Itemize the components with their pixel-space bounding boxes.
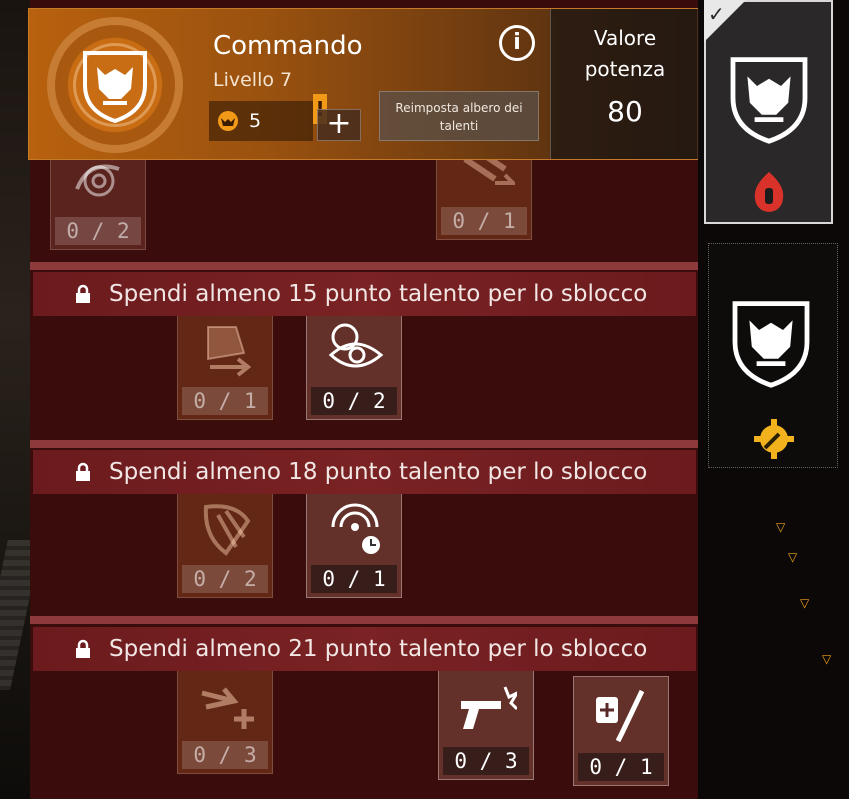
specialization-card-selected[interactable]: ✓ (704, 0, 833, 224)
tier-divider (30, 440, 698, 448)
tier-lock-banner: Spendi almeno 18 punto talento per lo sb… (33, 450, 696, 494)
talent-icon-area (178, 665, 272, 739)
power-panel: Valore potenza 80 (550, 9, 699, 159)
background-left (0, 0, 42, 799)
talent-card-shield[interactable]: 0 / 2 (177, 488, 273, 598)
talent-icon-area (439, 671, 533, 745)
cover-arrow-icon (207, 326, 252, 377)
talent-points-counter: 5 (209, 101, 313, 141)
reset-tree-button[interactable]: Reimposta albero dei talenti (379, 91, 539, 141)
power-value: 80 (607, 95, 643, 128)
talent-points-value: 5 (249, 110, 262, 132)
info-icon[interactable]: i (499, 25, 535, 61)
specialization-header: Commando Livello 7 5 ! + Reimposta alber… (28, 8, 699, 160)
talent-icon-area (307, 489, 401, 563)
talent-rank: 0 / 1 (311, 565, 397, 593)
lock-icon (76, 462, 90, 481)
talent-rank: 0 / 1 (182, 387, 268, 415)
talent-rank: 0 / 2 (182, 565, 268, 593)
specialization-card[interactable] (708, 243, 838, 468)
talent-rank: 0 / 3 (182, 741, 268, 769)
checkmark-icon: ✓ (708, 2, 725, 26)
shield-stripes-icon (203, 504, 251, 556)
class-level: Livello 7 (213, 69, 293, 91)
lock-icon (76, 639, 90, 658)
radar-clock-icon (331, 503, 380, 554)
talent-icon-area (178, 311, 272, 385)
talent-card-medical[interactable]: 0 / 1 (573, 676, 669, 786)
talent-icon-area (574, 677, 668, 751)
lock-icon (76, 284, 90, 303)
class-name: Commando (213, 31, 363, 61)
talent-rank: 0 / 2 (311, 387, 397, 415)
wolf-emblem-icon (732, 301, 810, 388)
talent-card-pistol[interactable]: 0 / 3 (438, 670, 534, 780)
wolf-emblem-icon (730, 57, 808, 144)
lock-text: Spendi almeno 21 punto talento per lo sb… (109, 636, 648, 662)
class-emblem (47, 17, 183, 153)
tier-lock-banner: Spendi almeno 15 punto talento per lo sb… (33, 272, 696, 316)
lock-text: Spendi almeno 18 punto talento per lo sb… (109, 459, 648, 485)
talent-card-cover[interactable]: 0 / 1 (177, 310, 273, 420)
add-points-button[interactable]: + (317, 109, 361, 141)
tier-lock-banner: Spendi almeno 21 punto talento per lo sb… (33, 627, 696, 671)
talent-point-icon (218, 111, 238, 131)
pistol-burst-icon (461, 686, 517, 729)
gear-wrench-icon (754, 419, 794, 459)
talent-rank: 0 / 1 (578, 753, 664, 781)
eye-crosshair-icon (328, 323, 384, 368)
talent-rank: 0 / 2 (55, 217, 141, 245)
talent-card-eye-target[interactable]: 0 / 2 (306, 310, 402, 420)
talent-icon-area (178, 489, 272, 563)
spark-particle: ▽ (776, 520, 786, 534)
wolf-emblem-icon (83, 51, 147, 124)
dash-plus-icon (201, 687, 254, 729)
tier-divider (30, 262, 698, 270)
medkit-syringe-icon (596, 689, 645, 743)
talent-card-radar[interactable]: 0 / 1 (306, 488, 402, 598)
flame-bullet-icon (754, 172, 784, 212)
spark-particle: ▽ (800, 596, 810, 610)
talent-card-heal-dash[interactable]: 0 / 3 (177, 664, 273, 774)
talent-rank: 0 / 1 (441, 207, 527, 235)
power-label: Valore potenza (584, 26, 666, 81)
talent-icon-area (307, 311, 401, 385)
tier-divider (30, 616, 698, 624)
lock-text: Spendi almeno 15 punto talento per lo sb… (109, 281, 648, 307)
talent-rank: 0 / 3 (443, 747, 529, 775)
spark-particle: ▽ (822, 652, 832, 666)
spark-particle: ▽ (788, 550, 798, 564)
